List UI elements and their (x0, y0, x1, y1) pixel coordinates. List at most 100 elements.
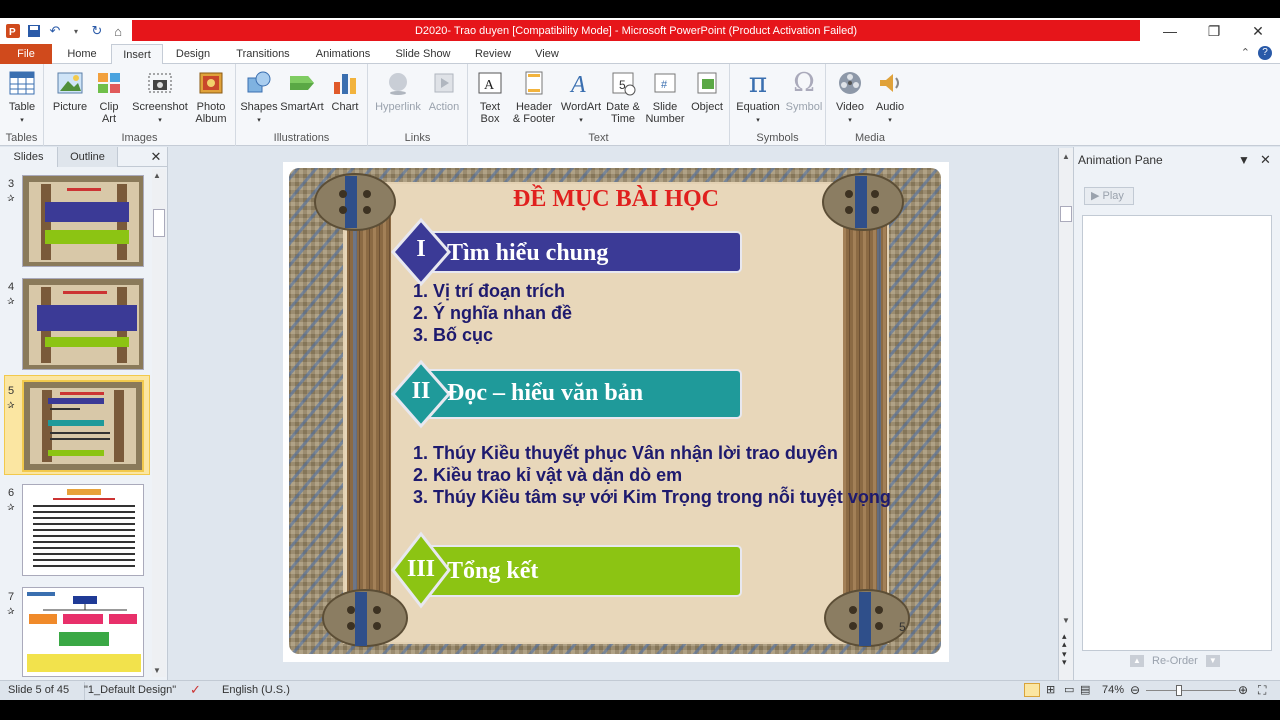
slides-scrollbar[interactable]: ▲ ▼ (152, 169, 166, 677)
action-icon (429, 68, 459, 98)
clip-art-button[interactable]: Clip Art (92, 68, 126, 125)
current-slide[interactable]: ĐỀ MỤC BÀI HỌC I Tìm hiểu chung 1. Vị tr… (283, 162, 949, 662)
slide-thumbnail-4[interactable] (22, 278, 144, 370)
help-icon[interactable]: ? (1258, 46, 1272, 60)
hyperlink-icon (383, 68, 413, 98)
zoom-slider[interactable] (1146, 690, 1236, 691)
object-button[interactable]: Object (688, 68, 726, 113)
tab-outline[interactable]: Outline (58, 147, 118, 167)
slide-thumbnail-6[interactable] (22, 484, 144, 576)
speaker-icon (875, 68, 905, 98)
close-panel-icon[interactable]: ✕ (146, 147, 166, 167)
zoom-slider-thumb[interactable] (1176, 685, 1182, 696)
shapes-button[interactable]: Shapes ▾ (240, 68, 278, 127)
move-down-icon[interactable]: ▼ (1205, 655, 1220, 667)
section-item: 3. Thúy Kiều tâm sự với Kim Trọng trong … (413, 487, 891, 507)
slide-thumbnail-5[interactable] (22, 380, 144, 472)
reading-view-icon[interactable]: ▭ (1064, 683, 1074, 696)
editor-scrollbar[interactable]: ▲ ▼ ▴ ▴ ▾ ▾ (1058, 148, 1073, 680)
tab-slide-show[interactable]: Slide Show (386, 44, 460, 64)
next-slide-icon[interactable]: ▾ ▾ (1062, 650, 1067, 667)
tab-slides[interactable]: Slides (0, 147, 58, 167)
minimize-icon[interactable]: — (1148, 18, 1192, 44)
move-up-icon[interactable]: ▲ (1130, 655, 1144, 667)
photo-album-button[interactable]: Photo Album (190, 68, 232, 125)
svg-text:A: A (569, 72, 586, 96)
animation-list[interactable] (1082, 215, 1272, 651)
hyperlink-button[interactable]: Hyperlink (372, 68, 424, 113)
minimize-ribbon-icon[interactable]: ⌃ (1241, 46, 1250, 60)
ribbon-right-controls: ⌃ ? (1241, 46, 1272, 60)
scroll-up-icon[interactable]: ▲ (1062, 152, 1070, 161)
slide-background (283, 162, 949, 662)
animation-pane-title: Animation Pane (1078, 153, 1163, 167)
close-pane-icon[interactable]: ✕ (1260, 152, 1271, 168)
save-icon[interactable] (25, 22, 43, 40)
slide-sorter-icon[interactable]: ⊞ (1046, 683, 1055, 696)
normal-view-icon[interactable] (1024, 683, 1040, 697)
svg-text:#: # (661, 79, 668, 91)
omega-icon: Ω (793, 68, 815, 98)
scroll-up-icon[interactable]: ▲ (153, 171, 161, 180)
animation-star-icon: ✰ (7, 400, 15, 410)
close-icon[interactable]: ✕ (1236, 18, 1280, 44)
undo-icon[interactable]: ↶ (46, 22, 64, 40)
restore-icon[interactable]: ❐ (1192, 18, 1236, 44)
wordart-button[interactable]: A WordArt ▾ (558, 68, 604, 127)
slide-page-number: 5 (899, 620, 906, 634)
audio-button[interactable]: Audio ▾ (870, 68, 910, 127)
scrollbar-thumb[interactable] (1060, 206, 1072, 222)
picture-button[interactable]: Picture (50, 68, 90, 113)
slides-panel: Slides Outline ✕ 3 ✰ 4 ✰ 5 ✰ 5 ✰ 6 ✰ 7 ✰ (0, 147, 168, 680)
tab-view[interactable]: View (526, 44, 568, 64)
smartart-button[interactable]: SmartArt (280, 68, 324, 113)
tab-animations[interactable]: Animations (308, 44, 378, 64)
zoom-in-icon[interactable]: ⊕ (1238, 683, 1248, 697)
table-button[interactable]: Table ▾ (4, 68, 40, 127)
spellcheck-icon[interactable]: ✓ (190, 682, 201, 698)
wordart-icon: A (566, 68, 596, 98)
scrollbar-thumb[interactable] (153, 209, 165, 237)
previous-slide-icon[interactable]: ▴ ▴ (1062, 632, 1067, 649)
slide-thumbnail-3[interactable] (22, 175, 144, 267)
slide-show-icon[interactable]: ▤ (1080, 683, 1090, 696)
video-button[interactable]: Video ▾ (830, 68, 870, 127)
redo-icon[interactable]: ↻ (88, 22, 106, 40)
text-box-button[interactable]: A Text Box (472, 68, 508, 125)
tab-home[interactable]: Home (58, 44, 106, 64)
equation-button[interactable]: π Equation ▾ (734, 68, 782, 127)
screenshot-button[interactable]: Screenshot ▾ (130, 68, 190, 127)
decorative-button-icon (322, 589, 408, 647)
group-tables: Table ▾ Tables (0, 64, 44, 146)
section-numeral: I (416, 236, 426, 262)
tab-insert[interactable]: Insert (111, 44, 163, 65)
pane-options-icon[interactable]: ▼ (1238, 153, 1250, 167)
tab-design[interactable]: Design (168, 44, 218, 64)
zoom-out-icon[interactable]: ⊖ (1130, 683, 1140, 697)
dropdown-icon[interactable]: ▾ (67, 22, 85, 40)
scroll-down-icon[interactable]: ▼ (153, 666, 161, 675)
action-button[interactable]: Action (424, 68, 464, 113)
powerpoint-logo-icon: P (4, 22, 22, 40)
slide-thumbnail-7[interactable] (22, 587, 144, 677)
header-footer-button[interactable]: Header & Footer (510, 68, 558, 125)
chart-button[interactable]: Chart (326, 68, 364, 113)
theme-name[interactable]: "1_Default Design" (84, 684, 176, 696)
status-bar: Slide 5 of 45 "1_Default Design" ✓ Engli… (0, 680, 1280, 700)
date-time-button[interactable]: 5 Date & Time (604, 68, 642, 125)
symbol-button[interactable]: Ω Symbol (784, 68, 824, 113)
shapes-icon (244, 68, 274, 98)
tab-file[interactable]: File (0, 44, 52, 64)
slide-number-button[interactable]: # Slide Number (644, 68, 686, 125)
upload-icon[interactable]: ⌂ (109, 22, 127, 40)
tab-review[interactable]: Review (468, 44, 518, 64)
group-links: Hyperlink Action Links (368, 64, 468, 146)
clip-art-icon (94, 68, 124, 98)
film-reel-icon (835, 68, 865, 98)
tab-transitions[interactable]: Transitions (226, 44, 300, 64)
zoom-level[interactable]: 74% (1102, 684, 1124, 696)
scroll-down-icon[interactable]: ▼ (1062, 616, 1070, 625)
fit-to-window-icon[interactable]: ⛶ (1258, 683, 1266, 698)
play-button[interactable]: ▶ Play (1084, 187, 1134, 205)
language[interactable]: English (U.S.) (222, 684, 290, 696)
